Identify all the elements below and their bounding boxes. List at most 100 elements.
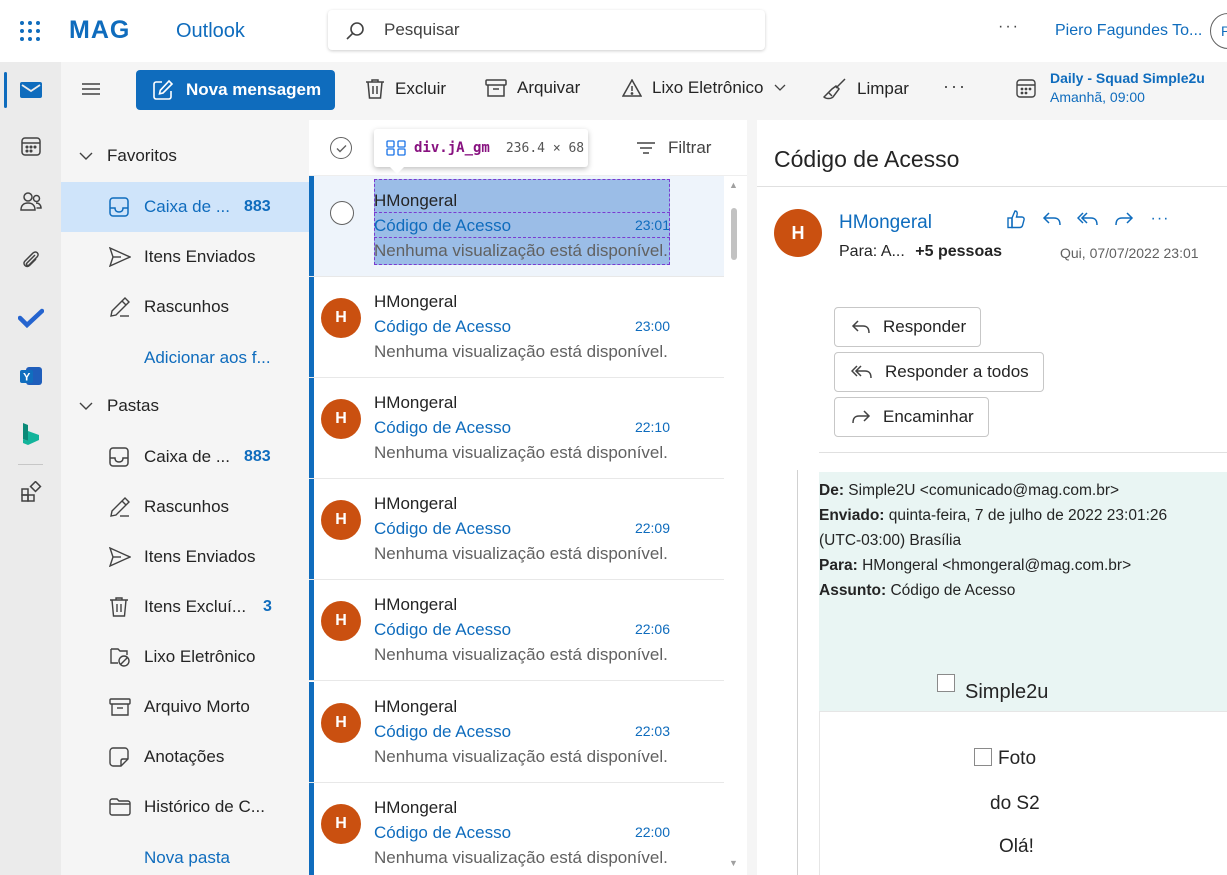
scrollbar-thumb[interactable] [731,208,737,260]
folder-inbox-label: Caixa de ... [144,447,230,466]
folder-archive[interactable]: Arquivo Morto [61,682,309,732]
draft-icon [109,496,135,518]
draft-icon [109,296,135,318]
message-row[interactable]: H HMongeral Código de Acesso 22:06 Nenhu… [309,580,724,681]
send-icon [109,247,135,267]
folders-header[interactable]: Pastas [79,396,159,416]
calendar-icon[interactable] [15,130,47,162]
top-bar: MAG Outlook ··· Piero Fagundes To... P [0,0,1227,62]
yammer-icon[interactable]: Y [15,360,47,392]
message-subject: Código de Acesso [374,823,512,842]
unread-indicator [309,682,314,782]
todo-icon[interactable] [15,302,47,334]
user-name[interactable]: Piero Fagundes To... [1055,22,1202,40]
reply-button[interactable]: Responder [834,307,982,347]
message-preview: Nenhuma visualização está disponível. [374,443,668,462]
delete-button[interactable]: Excluir [365,78,446,100]
inbox-icon [109,197,135,217]
photo-image: Foto [974,748,1036,770]
trash-icon [109,596,135,618]
archive-button[interactable]: Arquivar [485,78,580,98]
new-folder-link[interactable]: Nova pasta [144,848,230,868]
more-recipients[interactable]: +5 pessoas [915,243,1002,260]
message-time: 23:01 [634,217,670,233]
search-input[interactable] [384,18,744,42]
attachment-icon[interactable] [15,244,47,276]
divider [757,186,1227,187]
scroll-down-icon[interactable]: ▼ [729,858,738,868]
app-name[interactable]: Outlook [176,20,245,43]
sender-avatar: H [321,703,361,743]
more-actions-icon[interactable]: ··· [1149,208,1171,230]
toolbar-more-icon[interactable]: ··· [943,76,967,97]
folder-inbox[interactable]: Caixa de ... 883 [61,432,309,482]
recipients[interactable]: Para: A... +5 pessoas [839,243,1002,261]
sweep-button[interactable]: Limpar [823,78,909,100]
inspect-highlight-line [374,212,670,213]
sender-name[interactable]: HMongeral [839,212,932,234]
fav-inbox[interactable]: Caixa de ... 883 [61,182,309,232]
send-icon [109,547,135,567]
new-message-button[interactable]: Nova mensagem [136,70,335,110]
people-icon[interactable] [15,186,47,218]
scroll-up-icon[interactable]: ▲ [729,180,738,190]
reply-all-button[interactable]: Responder a todos [834,352,1044,392]
select-all-checkbox[interactable] [330,137,352,159]
message-preview: Nenhuma visualização está disponível. [374,848,668,867]
add-favorite-link[interactable]: Adicionar aos f... [144,348,271,368]
app-launcher-icon[interactable] [18,19,42,43]
sender-avatar: H [321,399,361,439]
message-sender: HMongeral [374,595,458,614]
search-box[interactable] [328,10,765,50]
folder-junk[interactable]: Lixo Eletrônico [61,632,309,682]
folder-sent[interactable]: Itens Enviados [61,532,309,582]
filter-button[interactable]: Filtrar [636,138,711,158]
fav-drafts[interactable]: Rascunhos [61,282,309,332]
folder-drafts[interactable]: Rascunhos [61,482,309,532]
fav-sent-label: Itens Enviados [144,247,256,266]
message-row[interactable]: HMongeral Código de Acesso 23:01 Nenhuma… [309,176,724,277]
reply-all-icon[interactable] [1077,208,1099,230]
message-row[interactable]: H HMongeral Código de Acesso 23:00 Nenhu… [309,277,724,378]
favorites-header[interactable]: Favoritos [79,146,177,166]
header-to-value: HMongeral <hmongeral@mag.com.br> [862,557,1132,574]
user-avatar[interactable]: P [1210,13,1227,49]
forward-icon[interactable] [1113,208,1135,230]
fav-sent[interactable]: Itens Enviados [61,232,309,282]
forward-button[interactable]: Encaminhar [834,397,989,437]
mail-icon[interactable] [15,74,47,106]
hamburger-icon[interactable] [81,80,101,96]
more-options-icon[interactable]: ··· [998,18,1020,36]
brand-logo[interactable]: MAG [69,16,130,45]
folder-notes[interactable]: Anotações [61,732,309,782]
check-icon [336,144,347,153]
divider [819,452,1227,453]
sender-avatar[interactable]: H [774,209,822,257]
reply-icon[interactable] [1041,208,1063,230]
folder-deleted-count: 3 [263,598,272,615]
bookings-icon[interactable] [15,418,47,450]
message-preview: Nenhuma visualização está disponível. [374,342,668,361]
message-row[interactable]: H HMongeral Código de Acesso 22:10 Nenhu… [309,378,724,479]
rail-active-indicator [4,72,7,108]
header-sent-label: Enviado: [819,507,885,524]
folder-sent-label: Itens Enviados [144,547,256,566]
chevron-down-icon [79,402,93,411]
unread-indicator [309,479,314,579]
message-time: 22:00 [634,824,670,840]
folder-deleted[interactable]: Itens Excluí... 3 [61,582,309,632]
folder-history[interactable]: Histórico de C... [61,782,309,832]
junk-button[interactable]: Lixo Eletrônico [622,78,786,98]
folder-inbox-count: 883 [244,448,271,465]
message-row[interactable]: H HMongeral Código de Acesso 22:03 Nenhu… [309,682,724,783]
header-to-label: Para: [819,557,858,574]
header-subject: Assunto: Código de Acesso [819,578,1227,603]
message-row[interactable]: H HMongeral Código de Acesso 22:09 Nenhu… [309,479,724,580]
more-apps-icon[interactable] [15,476,47,508]
upcoming-meeting[interactable]: Daily - Squad Simple2u Amanhã, 09:00 [1016,70,1205,105]
header-sent-value: quinta-feira, 7 de julho de 2022 23:01:2… [888,507,1168,524]
message-preview: Nenhuma visualização está disponível. [374,645,668,664]
message-select-checkbox[interactable] [330,201,354,225]
message-row[interactable]: H HMongeral Código de Acesso 22:00 Nenhu… [309,783,724,875]
like-icon[interactable] [1005,208,1027,230]
